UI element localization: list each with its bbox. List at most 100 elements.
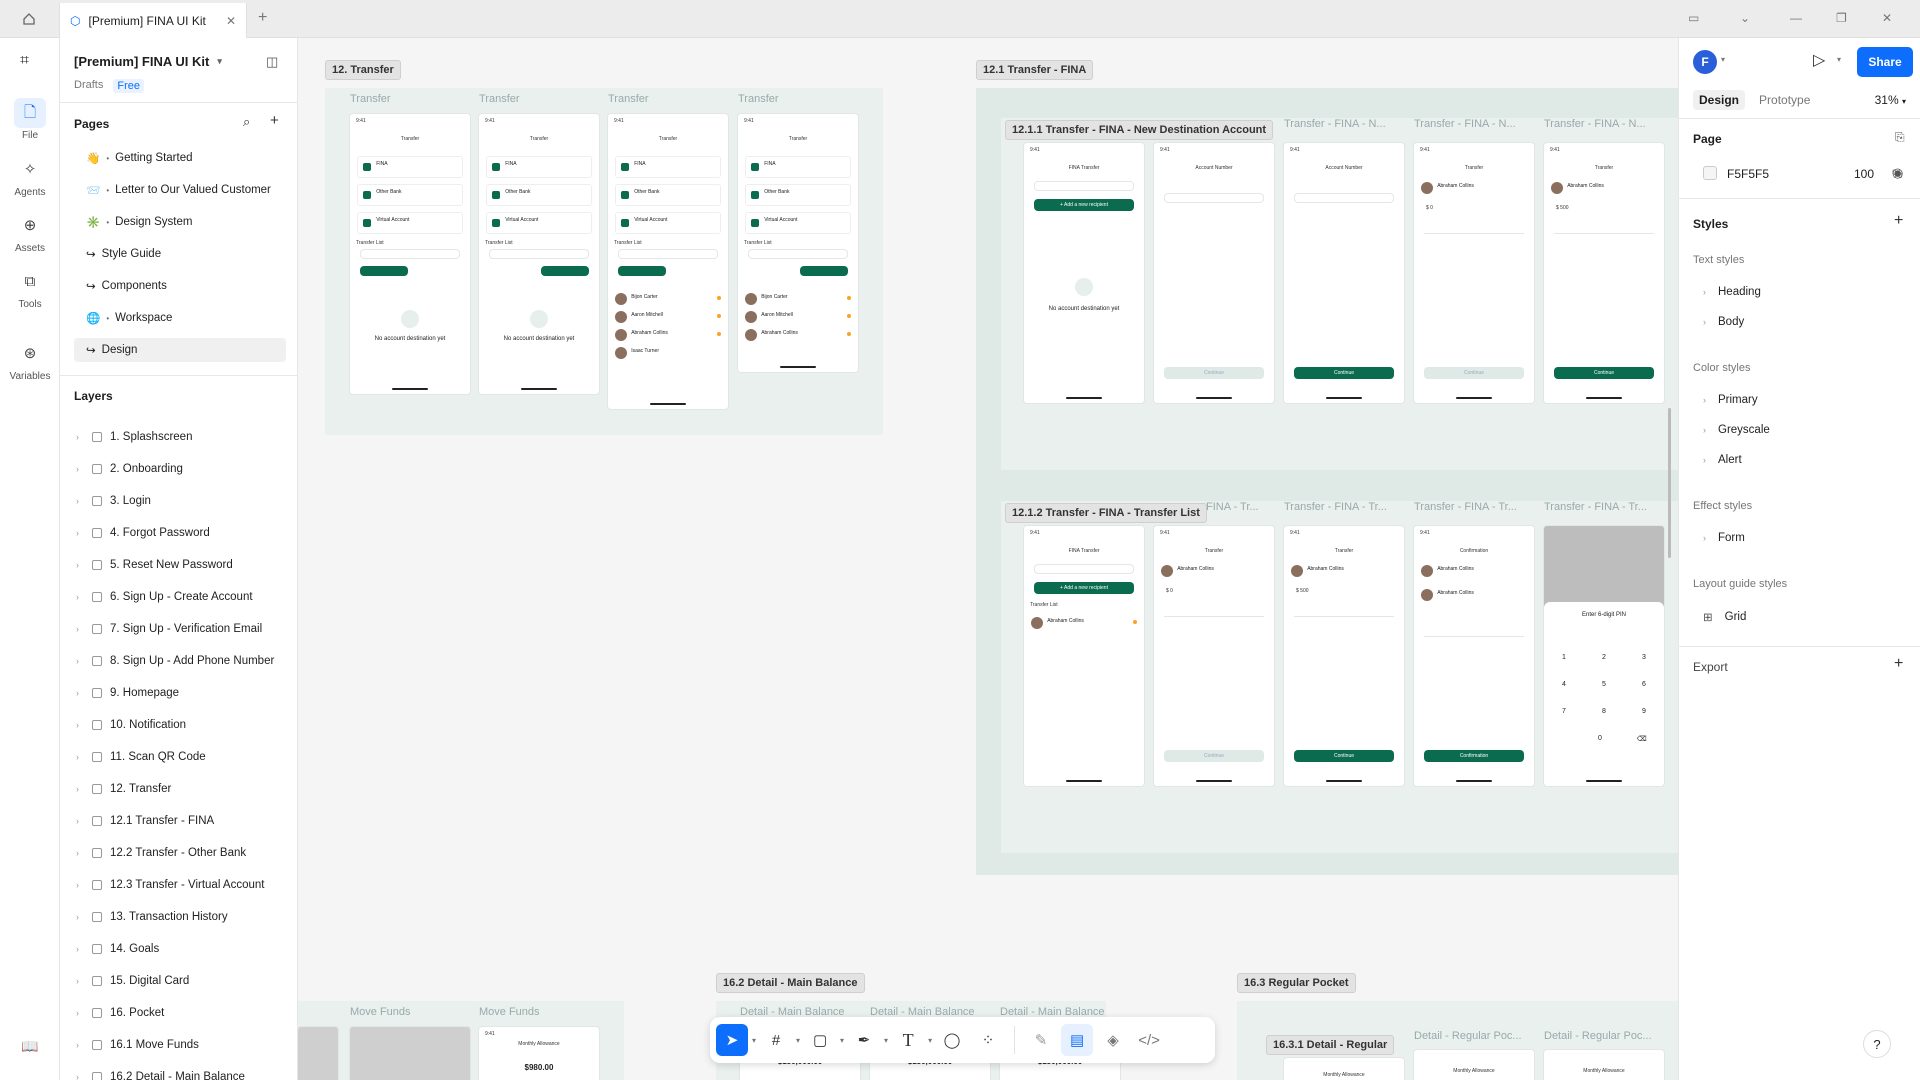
add-export-icon[interactable]: + bbox=[1894, 655, 1903, 673]
chevron-down-icon[interactable]: ▾ bbox=[840, 1036, 844, 1045]
eye-icon[interactable]: ◉ bbox=[1892, 165, 1903, 181]
home-icon[interactable] bbox=[14, 9, 44, 29]
move-tool[interactable]: ➤ bbox=[716, 1024, 748, 1056]
phone-screen[interactable]: 9:41 Transfer FINA Other Bank Virtual Ac… bbox=[608, 114, 728, 409]
minimize-icon[interactable]: — bbox=[1790, 11, 1802, 25]
tab-design[interactable]: Design bbox=[1693, 90, 1746, 110]
vertical-scrollbar[interactable] bbox=[1668, 408, 1671, 558]
close-icon[interactable]: ✕ bbox=[226, 14, 236, 28]
frame-label[interactable]: 12.1.1 Transfer - FINA - New Destination… bbox=[1005, 120, 1274, 140]
page-color-value[interactable]: F5F5F5 bbox=[1727, 167, 1769, 181]
layer-item[interactable]: › 16. Pocket bbox=[74, 1001, 289, 1025]
phone-screen[interactable]: 9:41 FINA Transfer + Add a new recipient… bbox=[1024, 526, 1144, 786]
chevron-down-icon[interactable]: ▾ bbox=[796, 1036, 800, 1045]
new-tab-plus-icon[interactable]: + bbox=[258, 9, 267, 27]
style-item[interactable]: › Heading bbox=[1703, 286, 1761, 298]
layer-item[interactable]: › 15. Digital Card bbox=[74, 969, 289, 993]
phone-screen[interactable] bbox=[298, 1027, 338, 1080]
text-tool[interactable]: T bbox=[892, 1024, 924, 1056]
design-mode-tool[interactable]: ▤ bbox=[1061, 1024, 1094, 1056]
chevron-down-icon[interactable]: ▾ bbox=[752, 1036, 756, 1045]
style-item[interactable]: › Greyscale bbox=[1703, 424, 1770, 436]
phone-screen[interactable]: Monthly Allowance bbox=[1544, 1050, 1664, 1080]
layer-item[interactable]: › 3. Login bbox=[74, 489, 289, 513]
phone-screen[interactable]: 9:41 Account Number Continue bbox=[1154, 143, 1274, 403]
rail-tools[interactable]: ⧉ Tools bbox=[0, 267, 60, 310]
help-button[interactable]: ? bbox=[1863, 1030, 1891, 1058]
page-item[interactable]: 👋 • Getting Started bbox=[74, 146, 286, 170]
present-play-icon[interactable]: ▷ bbox=[1813, 50, 1825, 70]
canvas[interactable]: 12. Transfer Transfer Transfer Transfer … bbox=[298, 38, 1678, 1080]
rail-assets[interactable]: ⊕ Assets bbox=[0, 211, 60, 254]
maximize-icon[interactable]: ❐ bbox=[1836, 11, 1847, 25]
phone-screen[interactable]: 9:41 Account Number Continue bbox=[1284, 143, 1404, 403]
phone-screen[interactable]: 9:41 Transfer FINA Other Bank Virtual Ac… bbox=[738, 114, 858, 372]
phone-screen[interactable]: Monthly Allowance bbox=[1284, 1058, 1404, 1080]
add-style-icon[interactable]: + bbox=[1894, 212, 1903, 230]
frame-label[interactable]: 16.3 Regular Pocket bbox=[1237, 973, 1356, 993]
share-button[interactable]: Share bbox=[1857, 47, 1913, 77]
page-item[interactable]: ✳️ • Design System bbox=[74, 210, 286, 234]
page-item-selected[interactable]: ↪ Design bbox=[74, 338, 286, 362]
frame-label[interactable]: 12.1.2 Transfer - FINA - Transfer List bbox=[1005, 503, 1207, 523]
phone-screen[interactable]: 9:41 FINA Transfer + Add a new recipient… bbox=[1024, 143, 1144, 403]
layer-item[interactable]: › 2. Onboarding bbox=[74, 457, 289, 481]
chevron-down-icon[interactable]: ▾ bbox=[1837, 55, 1841, 64]
layer-item[interactable]: › 10. Notification bbox=[74, 713, 289, 737]
draw-tool[interactable]: ✎ bbox=[1025, 1024, 1057, 1056]
library-icon[interactable]: ▭ bbox=[1688, 11, 1699, 25]
page-item[interactable]: ↪ Style Guide bbox=[74, 242, 286, 266]
library-book-icon[interactable]: 📖 bbox=[21, 1038, 38, 1055]
add-page-icon[interactable]: + bbox=[270, 112, 279, 129]
dev-mode-tool[interactable]: </> bbox=[1133, 1024, 1165, 1056]
layer-item[interactable]: › 6. Sign Up - Create Account bbox=[74, 585, 289, 609]
layer-item[interactable]: › 12.3 Transfer - Virtual Account bbox=[74, 873, 289, 897]
rail-agents[interactable]: ✧ Agents bbox=[0, 155, 60, 198]
page-opacity-value[interactable]: 100 bbox=[1854, 167, 1874, 181]
rail-variables[interactable]: ⊛ Variables bbox=[0, 339, 60, 382]
avatar[interactable]: F bbox=[1693, 50, 1717, 74]
page-item[interactable]: ↪ Components bbox=[74, 274, 286, 298]
layer-item[interactable]: › 12. Transfer bbox=[74, 777, 289, 801]
style-item[interactable]: › Alert bbox=[1703, 454, 1742, 466]
phone-screen[interactable]: 9:41 Transfer Abraham Collins $ 500 Cont… bbox=[1284, 526, 1404, 786]
layer-item[interactable]: › 5. Reset New Password bbox=[74, 553, 289, 577]
layer-item[interactable]: › 4. Forgot Password bbox=[74, 521, 289, 545]
layer-item[interactable]: › 9. Homepage bbox=[74, 681, 289, 705]
layer-item[interactable]: › 11. Scan QR Code bbox=[74, 745, 289, 769]
layer-item[interactable]: › 1. Splashscreen bbox=[74, 425, 289, 449]
search-icon[interactable]: ⌕ bbox=[243, 114, 250, 130]
phone-screen[interactable]: 9:41 Transfer FINA Other Bank Virtual Ac… bbox=[479, 114, 599, 394]
page-item[interactable]: 📨 • Letter to Our Valued Customer bbox=[74, 178, 286, 202]
layer-item[interactable]: › 13. Transaction History bbox=[74, 905, 289, 929]
file-tab[interactable]: ⬡ [Premium] FINA UI Kit ✕ bbox=[59, 3, 247, 38]
style-item[interactable]: › Form bbox=[1703, 532, 1745, 544]
frame-label[interactable]: 12. Transfer bbox=[325, 60, 401, 80]
layer-item[interactable]: › 12.1 Transfer - FINA bbox=[74, 809, 289, 833]
frame-label[interactable]: 16.3.1 Detail - Regular bbox=[1266, 1035, 1395, 1055]
phone-screen[interactable]: 9:41 Monthly Allowance $980.00 bbox=[479, 1027, 599, 1080]
main-menu-icon[interactable]: ⌗ bbox=[20, 52, 29, 70]
layer-item[interactable]: › 12.2 Transfer - Other Bank bbox=[74, 841, 289, 865]
style-item[interactable]: › Body bbox=[1703, 316, 1744, 328]
layer-item[interactable]: › 16.2 Detail - Main Balance bbox=[74, 1065, 289, 1080]
prototype-mode-tool[interactable]: ◈ bbox=[1097, 1024, 1129, 1056]
shape-tool[interactable]: ▢ bbox=[804, 1024, 836, 1056]
rail-file[interactable]: 🗋 File bbox=[0, 98, 60, 141]
pen-tool[interactable]: ✒ bbox=[848, 1024, 880, 1056]
comment-tool[interactable]: ◯ bbox=[936, 1024, 968, 1056]
frame-label[interactable]: 16.2 Detail - Main Balance bbox=[716, 973, 865, 993]
phone-screen[interactable]: Monthly Allowance bbox=[1414, 1050, 1534, 1080]
zoom-control[interactable]: 31% ▾ bbox=[1875, 93, 1906, 107]
layer-item[interactable]: › 8. Sign Up - Add Phone Number bbox=[74, 649, 289, 673]
phone-screen[interactable]: 9:41 Confirmation Abraham Collins Abraha… bbox=[1414, 526, 1534, 786]
frame-label[interactable]: 12.1 Transfer - FINA bbox=[976, 60, 1094, 80]
frame-tool[interactable]: # bbox=[760, 1024, 792, 1056]
style-item[interactable]: ⊞ Grid bbox=[1703, 610, 1746, 624]
phone-screen[interactable]: 9:41 Transfer Abraham Collins $ 0 Contin… bbox=[1154, 526, 1274, 786]
phone-screen[interactable] bbox=[350, 1027, 470, 1080]
sidebar-toggle-icon[interactable]: ◫ bbox=[266, 54, 278, 70]
layer-item[interactable]: › 7. Sign Up - Verification Email bbox=[74, 617, 289, 641]
window-close-icon[interactable]: ✕ bbox=[1882, 11, 1892, 25]
chevron-down-icon[interactable]: ⌄ bbox=[1740, 11, 1750, 25]
